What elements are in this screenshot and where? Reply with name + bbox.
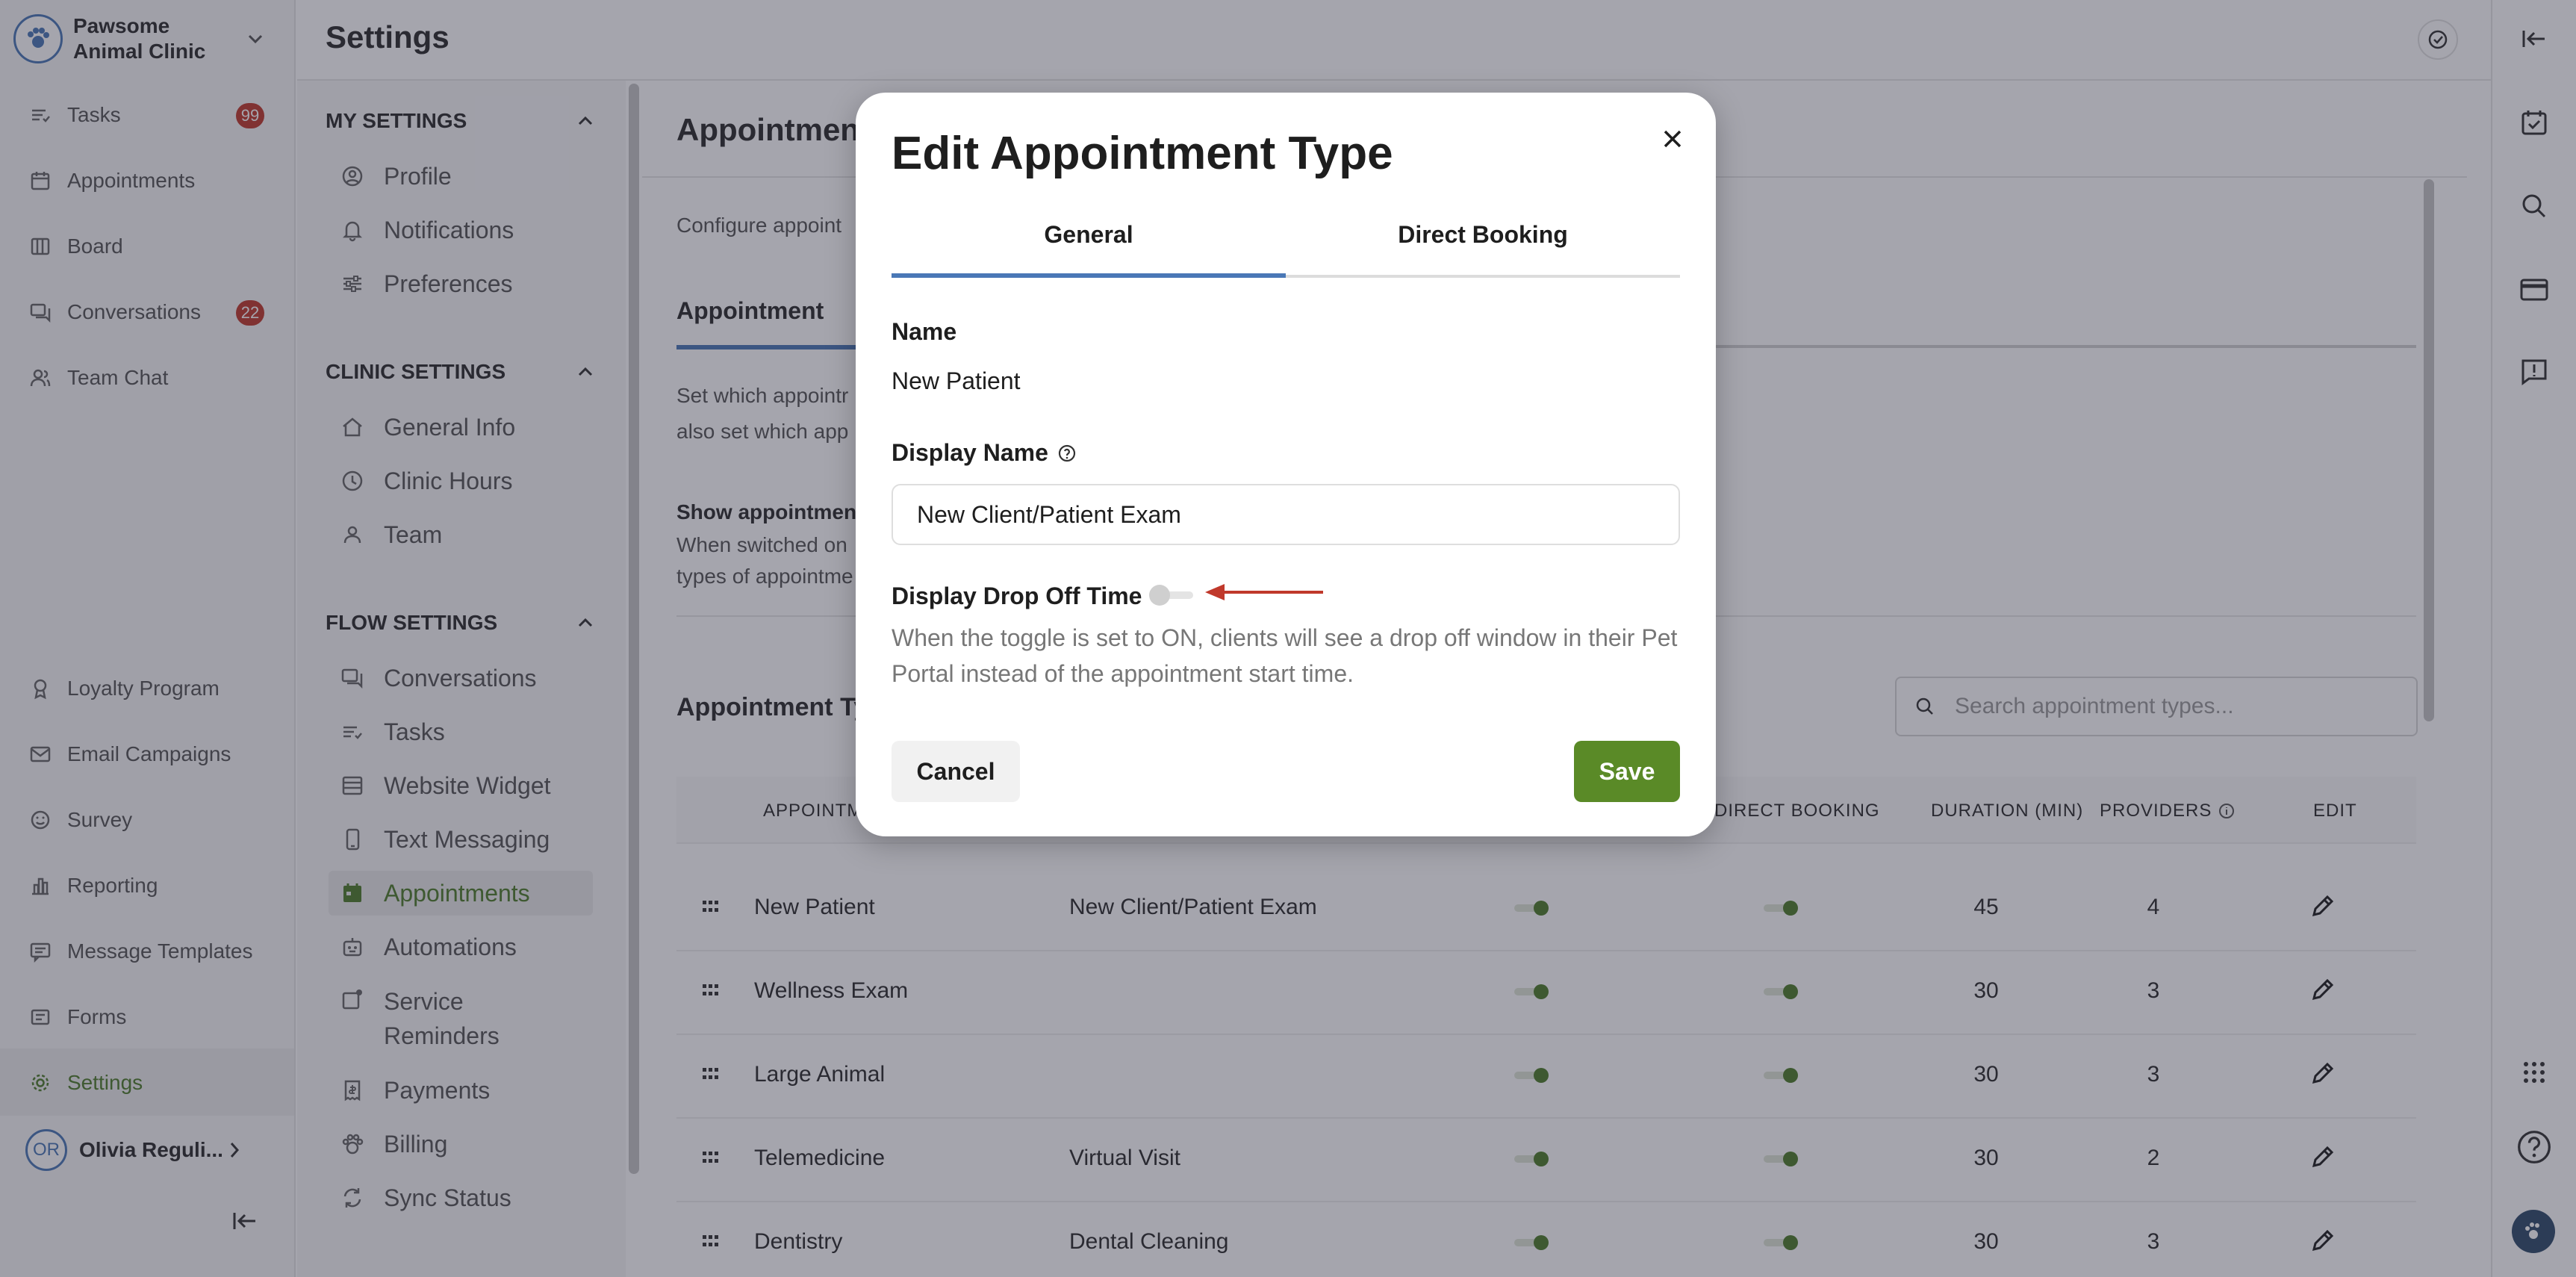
display-name-label: Display Name	[892, 439, 1077, 467]
tab-active-underline	[892, 273, 1286, 278]
tab-direct-booking[interactable]: Direct Booking	[1286, 221, 1680, 249]
display-name-label-text: Display Name	[892, 439, 1048, 466]
name-label: Name	[892, 318, 957, 345]
drop-off-label: Display Drop Off Time	[892, 582, 1142, 609]
save-button[interactable]: Save	[1574, 741, 1680, 802]
display-name-input[interactable]	[892, 484, 1680, 545]
drop-off-toggle[interactable]	[1148, 584, 1196, 606]
cancel-button[interactable]: Cancel	[892, 741, 1020, 802]
modal-title: Edit Appointment Type	[892, 128, 1393, 179]
annotation-arrow-icon	[1204, 581, 1325, 603]
drop-off-help-text: When the toggle is set to ON, clients wi…	[892, 624, 1678, 687]
help-circle-icon[interactable]	[1057, 444, 1077, 463]
edit-appointment-type-modal: Edit Appointment Type General Direct Boo…	[856, 93, 1716, 836]
name-value: New Patient	[892, 367, 1021, 394]
tab-general[interactable]: General	[892, 221, 1286, 249]
close-button[interactable]	[1650, 116, 1695, 161]
close-icon	[1661, 127, 1684, 151]
